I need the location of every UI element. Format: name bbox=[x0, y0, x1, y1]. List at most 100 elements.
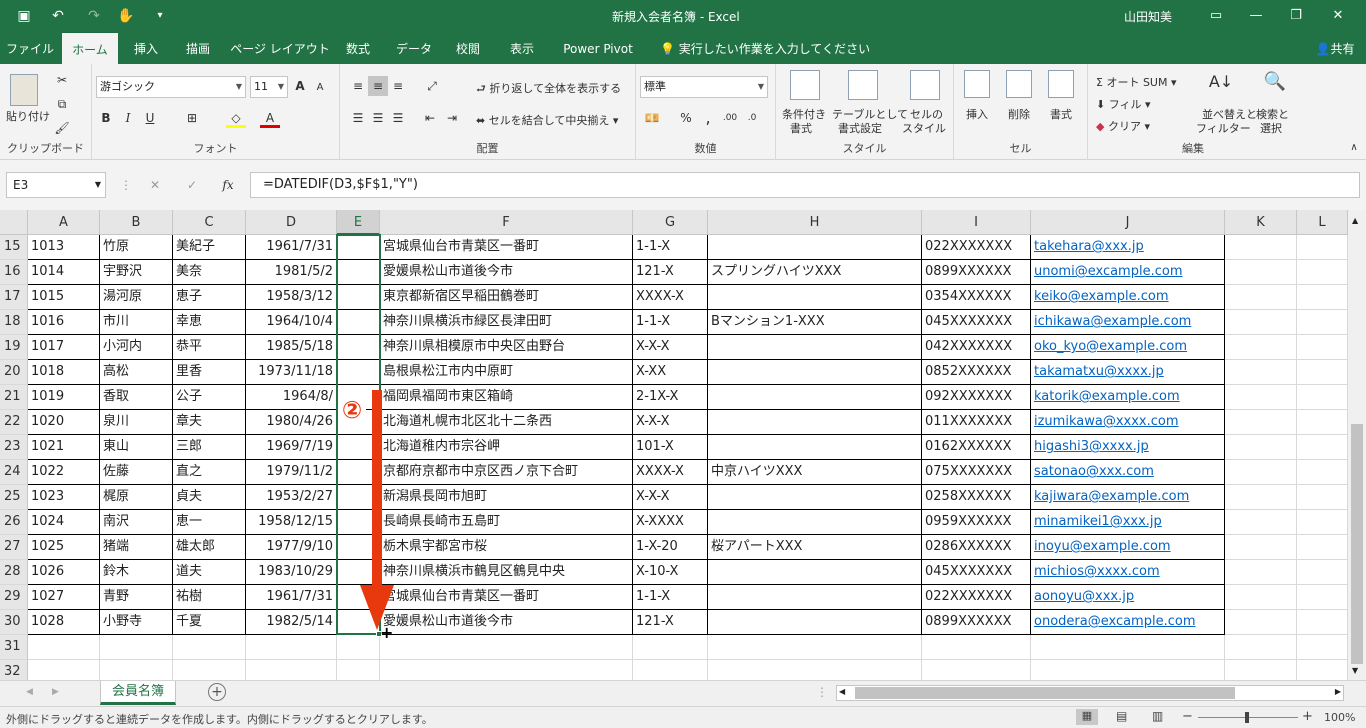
save-icon[interactable]: ▣ bbox=[14, 6, 34, 26]
column-header-b[interactable]: B bbox=[100, 210, 173, 235]
email-link-cell[interactable]: michios@xxxx.com bbox=[1031, 560, 1225, 585]
table-cell[interactable]: 道夫 bbox=[173, 560, 246, 585]
table-cell[interactable]: 中京ハイツXXX bbox=[708, 460, 922, 485]
table-cell[interactable]: X-X-X bbox=[633, 335, 708, 360]
row-header[interactable]: 20 bbox=[0, 360, 28, 385]
table-cell[interactable]: 千夏 bbox=[173, 610, 246, 635]
empty-cell[interactable] bbox=[1297, 560, 1348, 585]
table-cell[interactable]: 022XXXXXXX bbox=[922, 585, 1031, 610]
percent-icon[interactable]: % bbox=[676, 108, 696, 128]
empty-cell[interactable] bbox=[1225, 560, 1297, 585]
table-cell[interactable]: 愛媛県松山市道後今市 bbox=[380, 610, 633, 635]
page-break-view-icon[interactable]: ▥ bbox=[1152, 709, 1163, 723]
table-cell[interactable]: 1985/5/18 bbox=[246, 335, 337, 360]
row-header[interactable]: 21 bbox=[0, 385, 28, 410]
tab-data[interactable]: データ bbox=[390, 32, 438, 64]
align-center-icon[interactable]: ☰ bbox=[368, 108, 388, 128]
table-cell[interactable] bbox=[708, 410, 922, 435]
collapse-ribbon-icon[interactable]: ∧ bbox=[1344, 138, 1364, 158]
paste-icon[interactable] bbox=[10, 74, 38, 106]
empty-cell[interactable] bbox=[1297, 435, 1348, 460]
table-cell[interactable] bbox=[337, 285, 380, 310]
cut-icon[interactable]: ✂ bbox=[52, 70, 72, 90]
empty-cell[interactable] bbox=[1225, 660, 1297, 680]
empty-cell[interactable] bbox=[1225, 535, 1297, 560]
table-cell[interactable]: X-X-X bbox=[633, 485, 708, 510]
row-header[interactable]: 16 bbox=[0, 260, 28, 285]
grow-font-icon[interactable]: A bbox=[290, 76, 310, 96]
insert-function-icon[interactable]: fx bbox=[218, 175, 238, 195]
table-cell[interactable]: 里香 bbox=[173, 360, 246, 385]
sheet-tab-active[interactable]: 会員名簿 bbox=[100, 681, 176, 705]
table-cell[interactable]: スプリングハイツXXX bbox=[708, 260, 922, 285]
table-cell[interactable]: 1027 bbox=[28, 585, 100, 610]
empty-cell[interactable] bbox=[1225, 485, 1297, 510]
ribbon-display-icon[interactable]: ▭ bbox=[1196, 4, 1236, 28]
table-cell[interactable]: 鈴木 bbox=[100, 560, 173, 585]
email-link-cell[interactable]: minamikei1@xxx.jp bbox=[1031, 510, 1225, 535]
table-cell[interactable]: 猪端 bbox=[100, 535, 173, 560]
table-cell[interactable]: 佐藤 bbox=[100, 460, 173, 485]
table-cell[interactable]: 1-1-X bbox=[633, 585, 708, 610]
table-cell[interactable] bbox=[337, 335, 380, 360]
empty-cell[interactable] bbox=[708, 660, 922, 680]
table-cell[interactable]: 1024 bbox=[28, 510, 100, 535]
table-cell[interactable]: 1015 bbox=[28, 285, 100, 310]
conditional-format-icon[interactable] bbox=[790, 70, 820, 100]
empty-cell[interactable] bbox=[1297, 485, 1348, 510]
row-header[interactable]: 30 bbox=[0, 610, 28, 635]
empty-cell[interactable] bbox=[1225, 285, 1297, 310]
zoom-slider-thumb[interactable] bbox=[1245, 712, 1249, 723]
column-header-d[interactable]: D bbox=[246, 210, 337, 235]
empty-cell[interactable] bbox=[922, 660, 1031, 680]
table-cell[interactable]: 0258XXXXXX bbox=[922, 485, 1031, 510]
empty-cell[interactable] bbox=[337, 660, 380, 680]
table-cell[interactable]: 1023 bbox=[28, 485, 100, 510]
align-right-icon[interactable]: ☰ bbox=[388, 108, 408, 128]
tab-power-pivot[interactable]: Power Pivot bbox=[556, 32, 640, 64]
table-cell[interactable]: 045XXXXXXX bbox=[922, 560, 1031, 585]
hscroll-thumb[interactable] bbox=[855, 687, 1235, 699]
table-cell[interactable]: 0959XXXXXX bbox=[922, 510, 1031, 535]
table-cell[interactable]: 042XXXXXXX bbox=[922, 335, 1031, 360]
empty-cell[interactable] bbox=[1297, 310, 1348, 335]
empty-cell[interactable] bbox=[28, 660, 100, 680]
format-cells-icon[interactable] bbox=[1048, 70, 1074, 98]
empty-cell[interactable] bbox=[380, 635, 633, 660]
table-cell[interactable]: 美紀子 bbox=[173, 235, 246, 260]
empty-cell[interactable] bbox=[633, 635, 708, 660]
close-icon[interactable]: ✕ bbox=[1318, 4, 1358, 28]
table-cell[interactable]: 011XXXXXXX bbox=[922, 410, 1031, 435]
select-all-corner[interactable] bbox=[0, 210, 28, 235]
empty-cell[interactable] bbox=[1297, 260, 1348, 285]
bold-icon[interactable]: B bbox=[96, 108, 116, 128]
empty-cell[interactable] bbox=[1297, 410, 1348, 435]
email-link-cell[interactable]: oko_kyo@example.com bbox=[1031, 335, 1225, 360]
email-link-cell[interactable]: ichikawa@example.com bbox=[1031, 310, 1225, 335]
email-link-cell[interactable]: kajiwara@example.com bbox=[1031, 485, 1225, 510]
table-cell[interactable] bbox=[708, 585, 922, 610]
empty-cell[interactable] bbox=[1225, 435, 1297, 460]
table-cell[interactable]: 桜アパートXXX bbox=[708, 535, 922, 560]
empty-cell[interactable] bbox=[173, 635, 246, 660]
zoom-level[interactable]: 100% bbox=[1324, 711, 1355, 724]
row-header[interactable]: 27 bbox=[0, 535, 28, 560]
table-cell[interactable]: 0286XXXXXX bbox=[922, 535, 1031, 560]
empty-cell[interactable] bbox=[633, 660, 708, 680]
format-painter-icon[interactable]: 🖌 bbox=[52, 118, 72, 138]
table-cell[interactable]: 神奈川県相模原市中央区由野台 bbox=[380, 335, 633, 360]
table-cell[interactable] bbox=[708, 360, 922, 385]
worksheet-grid[interactable]: A B C D E F G H I J K L 15 1013 竹原 美紀子 1961/7/31 宮城県仙台市青葉… bbox=[0, 210, 1348, 680]
table-cell[interactable]: 幸恵 bbox=[173, 310, 246, 335]
table-cell[interactable] bbox=[337, 260, 380, 285]
sort-filter-icon[interactable]: A↓ bbox=[1206, 72, 1236, 92]
table-cell[interactable]: 北海道稚内市宗谷岬 bbox=[380, 435, 633, 460]
table-cell[interactable]: 青野 bbox=[100, 585, 173, 610]
table-cell[interactable]: 1014 bbox=[28, 260, 100, 285]
find-select-label-2[interactable]: 選択 bbox=[1260, 120, 1282, 136]
table-cell[interactable]: 東京都新宿区早稲田鶴巻町 bbox=[380, 285, 633, 310]
table-cell[interactable]: 美奈 bbox=[173, 260, 246, 285]
table-cell[interactable] bbox=[337, 235, 380, 260]
row-header[interactable]: 23 bbox=[0, 435, 28, 460]
font-size-select[interactable]: 11 ▼ bbox=[250, 76, 288, 98]
